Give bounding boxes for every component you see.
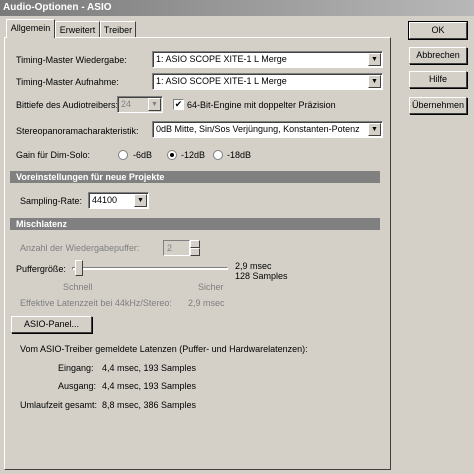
engine64-label: 64-Bit-Engine mit doppelter Präzision — [187, 100, 336, 110]
timing-playback-value: 1: ASIO SCOPE XITE-1 L Merge — [156, 54, 287, 64]
reported-intro: Vom ASIO-Treiber gemeldete Latenzen (Puf… — [20, 344, 308, 354]
buffer-msec-value: 2,9 msec — [235, 261, 272, 271]
engine64-checkbox[interactable]: ✔ — [173, 99, 184, 110]
stepper-up-button — [190, 240, 200, 248]
panning-value: 0dB Mitte, Sin/Sos Verjüngung, Konstante… — [156, 124, 360, 134]
timing-record-label: Timing-Master Aufnahme: — [16, 77, 119, 87]
roundtrip-value: 8,8 msec, 386 Samples — [102, 400, 197, 410]
buffers-value: 2 — [163, 240, 190, 256]
gain-radio-6db[interactable] — [118, 150, 128, 160]
timing-playback-select[interactable]: 1: ASIO SCOPE XITE-1 L Merge ▼ — [152, 51, 383, 68]
gain-option-18db: -18dB — [227, 150, 252, 160]
roundtrip-label: Umlaufzeit gesamt: — [20, 400, 98, 410]
output-latency-label: Ausgang: — [58, 381, 97, 391]
input-latency-value: 4,4 msec, 193 Samples — [102, 363, 197, 373]
window-title: Audio-Optionen - ASIO — [0, 0, 474, 16]
sampling-rate-value: 44100 — [92, 195, 118, 205]
effective-latency-value: 2,9 msec — [188, 298, 225, 308]
help-button[interactable]: Hilfe — [409, 71, 467, 88]
project-defaults-header: Voreinstellungen für neue Projekte — [10, 171, 380, 183]
chevron-down-icon: ▼ — [148, 98, 161, 111]
chevron-down-icon[interactable]: ▼ — [368, 53, 381, 66]
buffer-size-slider-thumb[interactable] — [75, 260, 83, 276]
chevron-down-icon[interactable]: ▼ — [368, 75, 381, 88]
buffer-samples-value: 128 Samples — [235, 271, 288, 281]
audio-options-dialog: Audio-Optionen - ASIO Allgemein Erweiter… — [0, 0, 474, 474]
buffers-stepper: 2 — [163, 240, 201, 256]
gain-option-12db: -12dB — [181, 150, 206, 160]
ok-button[interactable]: OK — [408, 21, 468, 40]
timing-record-value: 1: ASIO SCOPE XITE-1 L Merge — [156, 76, 287, 86]
sampling-rate-label: Sampling-Rate: — [20, 196, 83, 206]
input-latency-label: Eingang: — [58, 363, 94, 373]
buffer-size-label: Puffergröße: — [16, 264, 66, 274]
cancel-button[interactable]: Abbrechen — [409, 47, 467, 64]
buffer-size-slider-track[interactable] — [72, 267, 228, 270]
output-latency-value: 4,4 msec, 193 Samples — [102, 381, 197, 391]
gain-radio-18db[interactable] — [213, 150, 223, 160]
latency-header: Mischlatenz — [10, 218, 380, 230]
tab-allgemein[interactable]: Allgemein — [6, 19, 55, 38]
timing-record-select[interactable]: 1: ASIO SCOPE XITE-1 L Merge ▼ — [152, 73, 383, 90]
asio-panel-button[interactable]: ASIO-Panel... — [11, 316, 92, 333]
chevron-down-icon[interactable]: ▼ — [134, 194, 147, 207]
bitdepth-value: 24 — [121, 99, 132, 109]
sampling-rate-select[interactable]: 44100 ▼ — [88, 192, 149, 209]
chevron-down-icon[interactable]: ▼ — [368, 123, 381, 136]
bitdepth-select: 24 ▼ — [117, 96, 163, 113]
timing-playback-label: Timing-Master Wiedergabe: — [16, 55, 127, 65]
slider-fast-label: Schnell — [63, 282, 93, 292]
gain-label: Gain für Dim-Solo: — [16, 150, 91, 160]
apply-button[interactable]: Übernehmen — [409, 97, 467, 114]
buffers-label: Anzahl der Wiedergabepuffer: — [20, 243, 140, 253]
stepper-down-button — [190, 248, 200, 256]
gain-radio-12db[interactable] — [167, 150, 177, 160]
panning-label: Stereopanoramacharakteristik: — [16, 126, 139, 136]
gain-option-6db: -6dB — [133, 150, 153, 160]
slider-safe-label: Sicher — [198, 282, 224, 292]
effective-latency-label: Effektive Latenzzeit bei 44kHz/Stereo: — [20, 298, 172, 308]
bitdepth-label: Bittiefe des Audiotreibers: — [16, 100, 119, 110]
tab-treiber[interactable]: Treiber — [100, 21, 136, 37]
tab-erweitert[interactable]: Erweitert — [55, 21, 100, 37]
panning-select[interactable]: 0dB Mitte, Sin/Sos Verjüngung, Konstante… — [152, 121, 383, 138]
radio-selected-dot — [170, 153, 174, 157]
